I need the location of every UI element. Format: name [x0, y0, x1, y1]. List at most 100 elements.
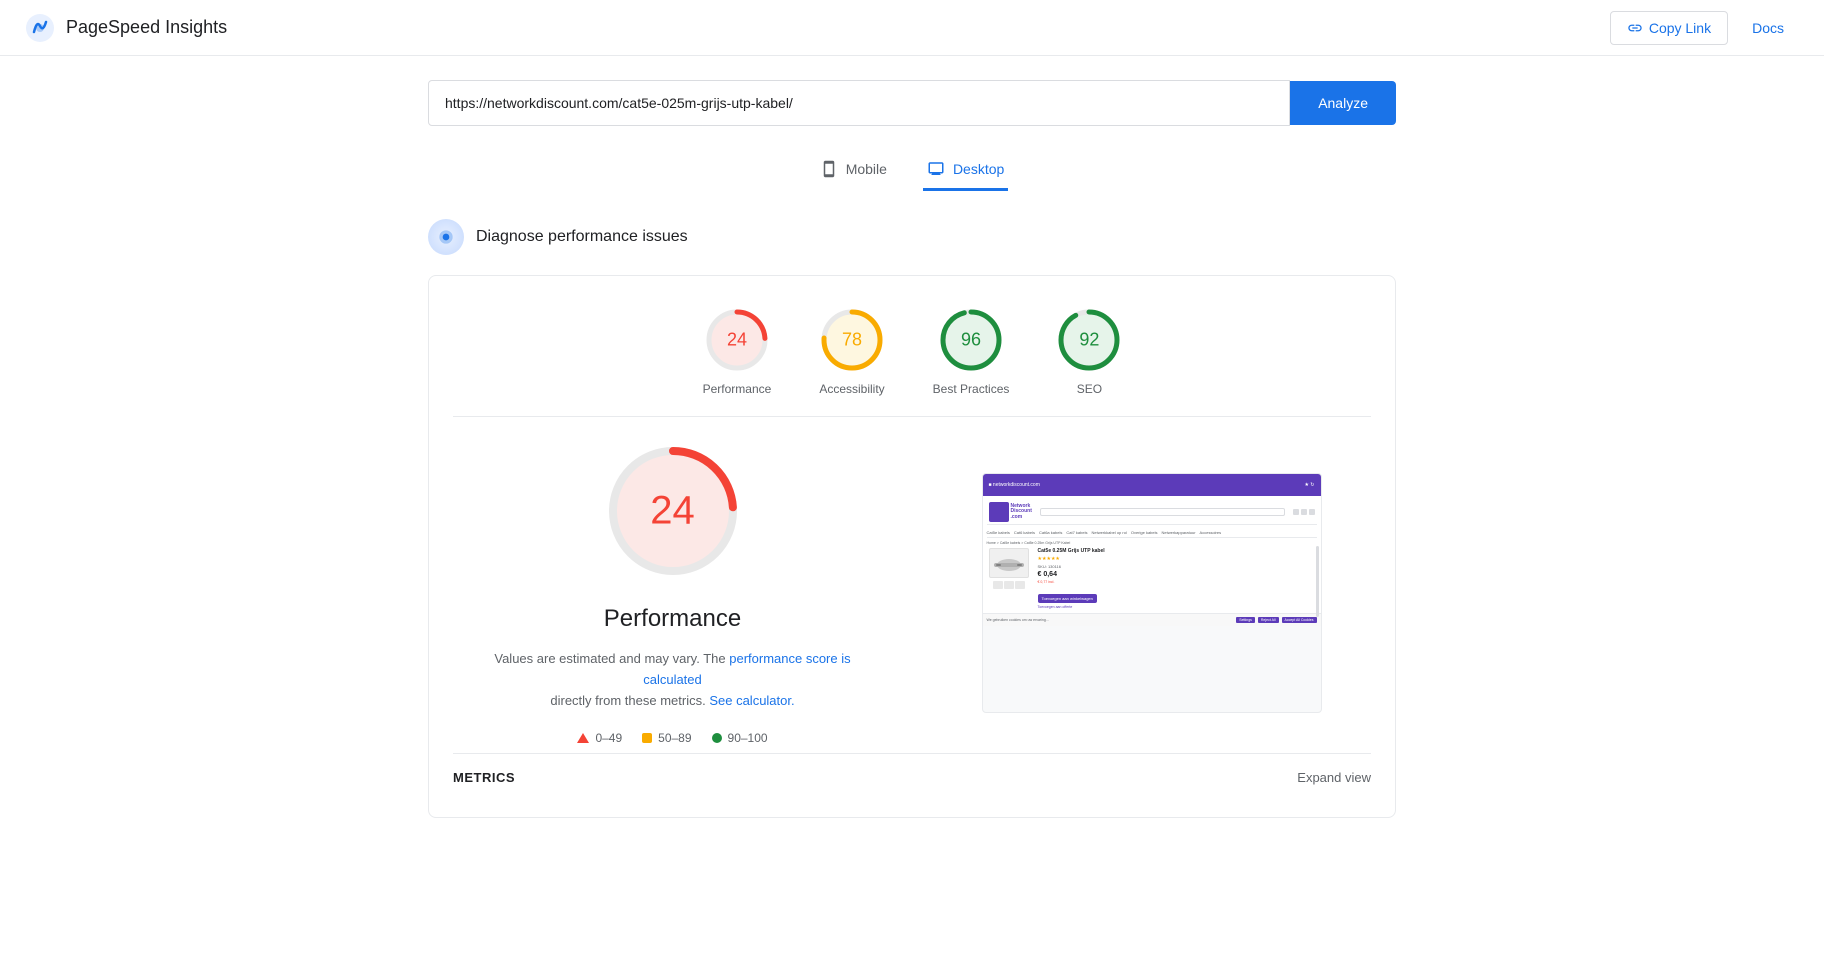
calculator-link-text: See calculator. [709, 693, 794, 708]
ss-search-bar [1040, 508, 1285, 516]
analyze-button[interactable]: Analyze [1290, 81, 1396, 125]
score-item-seo[interactable]: 92 SEO [1057, 308, 1121, 396]
ss-info-col: Cat5e 0.25M Grijs UTP kabel ★★★★★ SKU: 1… [1038, 548, 1317, 609]
expand-view-button[interactable]: Expand view [1297, 770, 1371, 785]
ss-footer: We gebruiken cookies om uw ervaring... S… [983, 613, 1321, 626]
ss-menu-1: Cat5e kabels [987, 530, 1010, 535]
scores-row: 24 Performance 78 Accessibility [453, 308, 1371, 396]
ss-product-row: Cat5e 0.25M Grijs UTP kabel ★★★★★ SKU: 1… [987, 548, 1317, 609]
detail-right: ■ networkdiscount.com ★ ↻ NetworkDiscoun… [932, 441, 1371, 745]
score-item-performance[interactable]: 24 Performance [703, 308, 772, 396]
score-circle-performance: 24 [705, 308, 769, 372]
ss-logo-box [989, 502, 1009, 522]
ss-settings-btn: Settings [1236, 617, 1255, 623]
legend-good-range: 90–100 [728, 731, 768, 745]
ss-cable-img [994, 553, 1024, 573]
ss-menu-4: Cat7 kabels [1066, 530, 1087, 535]
ss-body: NetworkDiscount.com Cat5e kabels Ca [983, 496, 1321, 613]
accessibility-score-num: 78 [842, 330, 862, 351]
logo-area: PageSpeed Insights [24, 12, 227, 44]
score-circle-accessibility: 78 [820, 308, 884, 372]
diagnose-section: Diagnose performance issues [428, 219, 1396, 255]
ss-cookie-text: We gebruiken cookies om uw ervaring... [987, 618, 1049, 622]
ss-nav-icons [1293, 509, 1315, 515]
ss-logo: NetworkDiscount.com [989, 502, 1032, 522]
best-practices-label: Best Practices [933, 382, 1010, 396]
ss-stars: ★★★★★ [1038, 556, 1317, 562]
legend-square-icon [642, 733, 652, 743]
description-text-part1: Values are estimated and may vary. The [494, 651, 725, 666]
diagnose-text: Diagnose performance issues [476, 228, 688, 246]
ss-price: € 0,64 [1038, 571, 1317, 578]
app-title: PageSpeed Insights [66, 17, 227, 38]
ss-menu-3: Cat6a kabels [1039, 530, 1062, 535]
copy-link-label: Copy Link [1649, 20, 1711, 36]
url-section: Analyze [428, 80, 1396, 126]
ss-old-price: € 0,77 incl. [1038, 580, 1317, 584]
header-actions: Copy Link Docs [1610, 11, 1800, 45]
score-legend: 0–49 50–89 90–100 [577, 731, 767, 745]
tab-desktop[interactable]: Desktop [923, 150, 1008, 191]
ss-thumb-row [993, 581, 1025, 589]
ss-header-icons: ★ ↻ [1304, 482, 1314, 488]
score-card: 24 Performance 78 Accessibility [428, 275, 1396, 818]
ss-img-col [987, 548, 1032, 609]
performance-score-num: 24 [727, 330, 747, 351]
diagnose-icon [428, 219, 464, 255]
score-circle-seo: 92 [1057, 308, 1121, 372]
ss-icon2 [1301, 509, 1307, 515]
docs-label: Docs [1752, 20, 1784, 36]
big-performance-circle: 24 [603, 441, 743, 581]
tab-mobile[interactable]: Mobile [816, 150, 891, 191]
link-icon [1627, 20, 1643, 36]
ss-icon3 [1309, 509, 1315, 515]
docs-button[interactable]: Docs [1736, 12, 1800, 44]
legend-item-bad: 0–49 [577, 731, 622, 745]
ss-menu-8: Accessoires [1200, 530, 1222, 535]
tab-desktop-label: Desktop [953, 161, 1004, 177]
ss-accept-btn: Accept All Cookies [1282, 617, 1317, 623]
legend-item-avg: 50–89 [642, 731, 691, 745]
ss-icon1 [1293, 509, 1299, 515]
metrics-label: METRICS [453, 770, 515, 785]
detail-section: 24 Performance Values are estimated and … [453, 417, 1371, 745]
ss-menu-2: Cat6 kabels [1014, 530, 1035, 535]
analyze-label: Analyze [1318, 95, 1368, 111]
big-score-number: 24 [650, 489, 695, 534]
description-text-part2: directly from these metrics. [550, 693, 705, 708]
detail-title: Performance [604, 605, 741, 633]
ss-cookie-buttons: Settings Reject All Accept All Cookies [1236, 617, 1316, 623]
ss-menu-7: Netwerkapparatuur [1162, 530, 1196, 535]
seo-score-num: 92 [1079, 330, 1099, 351]
legend-bad-range: 0–49 [595, 731, 622, 745]
ss-thumb3 [1015, 581, 1025, 589]
ss-thumb2 [1004, 581, 1014, 589]
copy-link-button[interactable]: Copy Link [1610, 11, 1728, 45]
score-item-accessibility[interactable]: 78 Accessibility [819, 308, 884, 396]
legend-triangle-icon [577, 733, 589, 743]
ss-menu-5: Netwerkkabel op rol [1091, 530, 1126, 535]
ss-main-img [989, 548, 1029, 578]
psi-logo-icon [24, 12, 56, 44]
ss-thumb1 [993, 581, 1003, 589]
score-item-best-practices[interactable]: 96 Best Practices [933, 308, 1010, 396]
ss-cart-btn: Toevoegen aan winkelwagen [1038, 594, 1097, 603]
url-input[interactable] [428, 80, 1290, 126]
ss-reject-btn: Reject All [1258, 617, 1279, 623]
detail-description: Values are estimated and may vary. The p… [483, 649, 863, 711]
ss-product-title: Cat5e 0.25M Grijs UTP kabel [1038, 548, 1317, 554]
mobile-icon [820, 160, 838, 178]
legend-avg-range: 50–89 [658, 731, 691, 745]
performance-label: Performance [703, 382, 772, 396]
calculator-link[interactable]: See calculator. [709, 693, 794, 708]
page-screenshot: ■ networkdiscount.com ★ ↻ NetworkDiscoun… [982, 473, 1322, 713]
ss-header-text: ■ networkdiscount.com [989, 482, 1040, 488]
ss-menu-row: Cat5e kabels Cat6 kabels Cat6a kabels Ca… [987, 528, 1317, 538]
detail-left: 24 Performance Values are estimated and … [453, 441, 892, 745]
diagnose-spinner-icon [436, 227, 456, 247]
best-practices-score-num: 96 [961, 330, 981, 351]
ss-nav: NetworkDiscount.com [987, 500, 1317, 525]
desktop-icon [927, 160, 945, 178]
metrics-row: METRICS Expand view [453, 753, 1371, 785]
legend-circle-icon [712, 733, 722, 743]
